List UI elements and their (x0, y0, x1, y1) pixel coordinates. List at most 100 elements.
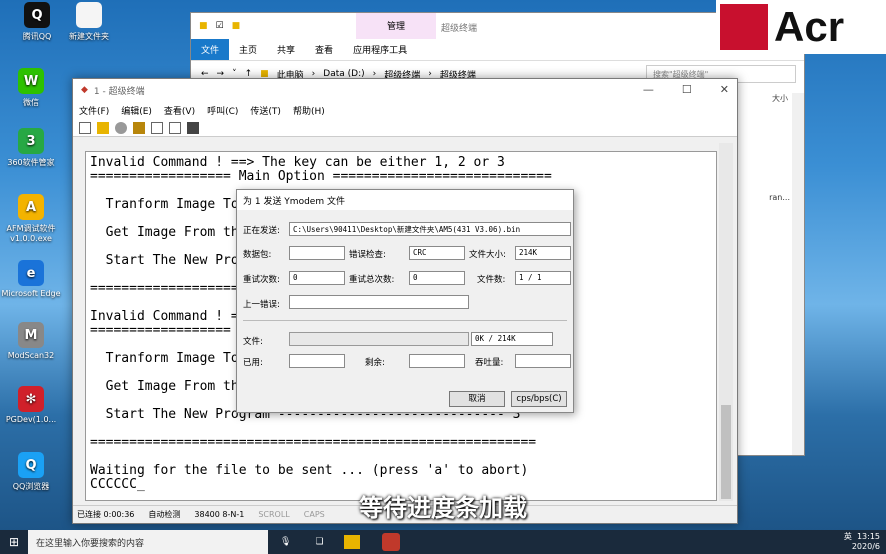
list-item[interactable]: ran... (769, 193, 790, 202)
brand-mark-icon (720, 4, 768, 50)
checkbox-icon[interactable]: ☑ (216, 21, 224, 31)
call-icon[interactable] (115, 121, 127, 134)
cancel-button[interactable]: 取消 (449, 391, 505, 407)
cps-bps-button[interactable]: cps/bps(C) (511, 391, 567, 407)
open-folder-icon[interactable] (97, 121, 109, 134)
app-icon: M (18, 322, 44, 348)
hyperterminal-taskbar-icon[interactable] (381, 533, 400, 551)
app-icon: Q (24, 2, 50, 28)
video-subtitle: 等待进度条加载 (359, 494, 527, 522)
disconnect-icon[interactable] (133, 121, 145, 134)
terminal-line: ========================================… (90, 435, 537, 450)
app-icon: e (18, 260, 44, 286)
terminal-line: Invalid Command ! ==> The key can be eit… (90, 155, 505, 170)
file-size-label: 文件大小: (469, 250, 506, 260)
desktop-icon[interactable]: M ModScan32 (0, 322, 62, 360)
scrollbar-thumb[interactable] (721, 405, 731, 499)
total-retries-label: 重试总次数: (349, 275, 395, 285)
last-error-label: 上一错误: (243, 300, 280, 310)
receive-icon[interactable] (169, 121, 181, 134)
tab-manage[interactable]: 管理 (356, 13, 436, 39)
throughput-label: 吞吐量: (475, 358, 504, 368)
window-title: 超级终端 (441, 24, 478, 34)
start-button-icon[interactable]: ⊞ (0, 535, 28, 549)
new-file-icon[interactable] (79, 121, 91, 134)
sending-path-field: C:\Users\90411\Desktop\新建文件夹\AM5(431 V3.… (289, 222, 571, 236)
packet-label: 数据包: (243, 250, 272, 260)
desktop-icon[interactable]: 3 360软件管家 (0, 128, 62, 168)
desktop-icon[interactable]: Q QQ浏览器 (0, 452, 62, 492)
scrollbar[interactable] (719, 143, 733, 501)
menu-bar: 文件(F) 编辑(E) 查看(V) 呼叫(C) 传送(T) 帮助(H) (73, 101, 737, 119)
app-icon: Q (18, 452, 44, 478)
packet-field (289, 246, 345, 260)
retries-label: 重试次数: (243, 275, 280, 285)
folder-icon[interactable]: ■ (232, 21, 241, 31)
tab-home[interactable]: 主页 (229, 39, 267, 60)
toolbar (73, 119, 737, 137)
hyperterminal-icon: ◆ (81, 85, 88, 95)
file-progress-text: 0K / 214K (471, 332, 553, 346)
file-label: 文件: (243, 337, 263, 347)
tab-file[interactable]: 文件 (191, 39, 230, 60)
desktop-icon[interactable]: W 微信 (0, 68, 62, 108)
desktop-icon-label: PGDev(1.0... (5, 415, 57, 424)
app-icon: W (18, 68, 44, 94)
desktop-icon[interactable]: ✻ PGDev(1.0... (0, 386, 62, 424)
sending-label: 正在发送: (243, 226, 280, 236)
error-check-field: CRC (409, 246, 465, 260)
menu-call[interactable]: 呼叫(C) (207, 104, 238, 117)
ribbon-tabs: 文件 主页 共享 查看 应用程序工具 (191, 39, 804, 61)
desktop-icon-label: 360软件管家 (7, 158, 55, 167)
taskbar-search-input[interactable]: 在这里输入你要搜索的内容 (28, 530, 268, 554)
scrollbar[interactable] (792, 93, 804, 455)
ime-indicator[interactable]: 英 (844, 532, 852, 541)
minimize-icon[interactable]: — (643, 83, 654, 96)
tab-share[interactable]: 共享 (267, 39, 305, 60)
desktop-icon-label: 微信 (23, 98, 39, 107)
file-count-label: 文件数: (477, 275, 506, 285)
system-tray: 英 13:15 2020/6 (844, 532, 880, 552)
remaining-field (409, 354, 465, 368)
desktop-icon[interactable]: 新建文件夹 (58, 2, 120, 42)
menu-view[interactable]: 查看(V) (164, 104, 195, 117)
throughput-field (515, 354, 571, 368)
menu-file[interactable]: 文件(F) (79, 104, 109, 117)
column-header-size[interactable]: 大小 (772, 93, 788, 104)
tab-app-tools[interactable]: 应用程序工具 (343, 39, 417, 60)
clock-time[interactable]: 13:15 (857, 532, 880, 541)
desktop-icon[interactable]: e Microsoft Edge (0, 260, 62, 298)
mic-icon[interactable]: 🎙 (280, 537, 291, 547)
elapsed-field (289, 354, 345, 368)
app-icon (76, 2, 102, 28)
total-retries-field: 0 (409, 271, 465, 285)
folder-icon[interactable]: ■ (199, 21, 208, 31)
desktop-icon[interactable]: A AFM调试软件v1.0.0.exe (0, 194, 62, 243)
clock-date[interactable]: 2020/6 (852, 542, 880, 551)
app-icon: A (18, 194, 44, 220)
tab-view[interactable]: 查看 (305, 39, 343, 60)
maximize-icon[interactable]: ☐ (682, 83, 692, 96)
terminal-line: Waiting for the file to be sent ... (pre… (90, 463, 529, 478)
send-icon[interactable] (151, 121, 163, 134)
window-title: 1 - 超级终端 (93, 86, 145, 97)
menu-help[interactable]: 帮助(H) (293, 104, 325, 117)
menu-transfer[interactable]: 传送(T) (250, 104, 281, 117)
ymodem-send-dialog: 为 1 发送 Ymodem 文件 正在发送: C:\Users\90411\De… (236, 189, 574, 413)
brand-text: Acr (774, 3, 845, 50)
error-check-label: 错误检查: (349, 250, 386, 260)
taskbar: ⊞ 在这里输入你要搜索的内容 🎙 ❏ 英 13:15 2020/6 (0, 530, 886, 554)
dialog-title: 为 1 发送 Ymodem 文件 (237, 190, 573, 210)
close-icon[interactable]: ✕ (720, 83, 729, 96)
menu-edit[interactable]: 编辑(E) (121, 104, 152, 117)
task-view-icon[interactable]: ❏ (315, 537, 323, 547)
app-icon: 3 (18, 128, 44, 154)
file-progress-bar (289, 332, 469, 346)
properties-icon[interactable] (187, 121, 199, 134)
file-explorer-taskbar-icon[interactable] (343, 535, 360, 549)
desktop-icon-label: AFM调试软件v1.0.0.exe (6, 224, 56, 243)
desktop-icon-label: Microsoft Edge (1, 289, 61, 298)
terminal-line: ================== Main Option =========… (90, 169, 552, 184)
